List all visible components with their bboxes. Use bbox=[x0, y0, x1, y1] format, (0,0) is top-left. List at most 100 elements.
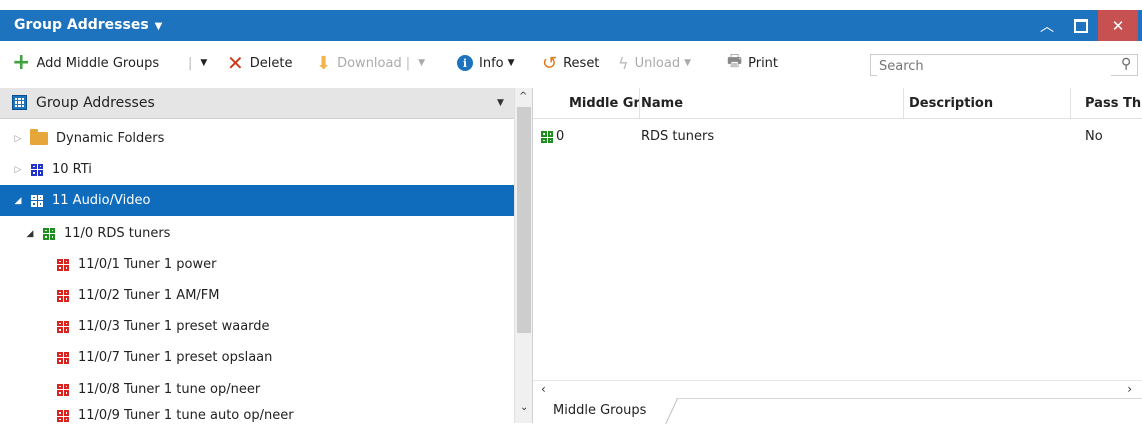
reset-button[interactable]: ↺ Reset bbox=[542, 52, 599, 74]
chevron-down-icon: ▼ bbox=[418, 58, 426, 68]
scroll-right-icon[interactable]: › bbox=[1127, 382, 1132, 396]
middle-group-icon bbox=[42, 227, 56, 241]
tree-vertical-scrollbar[interactable]: ^ ⌄ bbox=[514, 88, 533, 423]
scroll-left-icon[interactable]: ‹ bbox=[541, 382, 546, 396]
window-title-menu[interactable]: Group Addresses ▼ bbox=[14, 17, 162, 33]
main-group-icon bbox=[30, 194, 44, 208]
info-label: Info bbox=[479, 55, 504, 71]
tree-item-label: Dynamic Folders bbox=[56, 131, 165, 146]
info-button[interactable]: i Info ▼ bbox=[457, 52, 515, 74]
expand-arrow-icon[interactable]: ▷ bbox=[12, 165, 24, 175]
download-button[interactable]: ⬇ Download | ▼ bbox=[316, 52, 425, 74]
search-input[interactable] bbox=[877, 56, 1111, 76]
tree-item-address[interactable]: 11/0/8 Tuner 1 tune op/neer bbox=[0, 374, 514, 405]
collapse-arrow-icon[interactable]: ◢ bbox=[24, 229, 36, 239]
maximize-button[interactable] bbox=[1064, 10, 1098, 41]
column-divider[interactable] bbox=[639, 88, 640, 119]
tree-item-label: 10 RTi bbox=[52, 162, 92, 177]
tree-item-address[interactable]: 11/0/9 Tuner 1 tune auto op/neer bbox=[0, 405, 514, 423]
group-addresses-icon bbox=[12, 95, 27, 110]
close-icon: ✕ bbox=[1111, 16, 1125, 35]
chevron-down-icon: ▼ bbox=[507, 58, 515, 68]
scroll-down-icon[interactable]: ⌄ bbox=[520, 402, 528, 413]
delete-button[interactable]: ✕ Delete bbox=[227, 51, 293, 75]
unload-button[interactable]: ϟ Unload ▼ bbox=[618, 52, 691, 74]
cell-pass-through: No bbox=[1085, 129, 1103, 144]
column-header-description[interactable]: Description bbox=[909, 96, 993, 111]
grid-header: Middle Gr Name Description Pass Thr bbox=[533, 88, 1142, 119]
group-address-icon bbox=[56, 383, 70, 397]
group-address-icon bbox=[56, 409, 70, 423]
delete-x-icon: ✕ bbox=[227, 51, 244, 75]
add-middle-groups-label: Add Middle Groups bbox=[36, 55, 160, 71]
window-title-bar: Group Addresses ▼ ︿ ✕ bbox=[0, 10, 1142, 41]
download-arrow-icon: ⬇ bbox=[316, 52, 332, 74]
download-label: Download bbox=[337, 55, 402, 71]
close-button[interactable]: ✕ bbox=[1098, 10, 1138, 41]
maximize-icon bbox=[1074, 18, 1088, 33]
reset-label: Reset bbox=[563, 55, 600, 71]
printer-icon: 🖶 bbox=[727, 50, 743, 70]
divider: | bbox=[188, 55, 193, 71]
chevron-down-icon: ▼ bbox=[154, 21, 163, 32]
folder-icon bbox=[30, 129, 48, 145]
add-middle-groups-button[interactable]: + Add Middle Groups bbox=[12, 52, 159, 74]
tree-item-address[interactable]: 11/0/1 Tuner 1 power bbox=[0, 249, 514, 280]
add-dropdown-button[interactable]: | ▼ bbox=[184, 52, 207, 74]
reset-icon: ↺ bbox=[542, 52, 558, 74]
tree-item-address[interactable]: 11/0/2 Tuner 1 AM/FM bbox=[0, 280, 514, 311]
tree-item-label: 11/0/2 Tuner 1 AM/FM bbox=[78, 288, 220, 303]
expand-arrow-icon[interactable]: ▷ bbox=[12, 134, 24, 144]
grid-horizontal-scrollbar[interactable]: ‹ › bbox=[533, 380, 1142, 398]
tree-header-label: Group Addresses bbox=[36, 95, 155, 111]
cell-middle-group: 0 bbox=[556, 129, 565, 144]
bottom-tab-strip: Middle Groups bbox=[533, 398, 1142, 424]
chevron-down-icon: ▼ bbox=[200, 58, 208, 68]
chevron-up-icon: ︿ bbox=[1040, 18, 1054, 35]
group-address-icon bbox=[56, 258, 70, 272]
tree-item-label: 11/0/1 Tuner 1 power bbox=[78, 257, 217, 272]
column-header-pass-through[interactable]: Pass Thr bbox=[1085, 96, 1142, 111]
print-label: Print bbox=[748, 55, 779, 71]
lightning-icon: ϟ bbox=[618, 53, 629, 73]
tree-item-label: 11/0/7 Tuner 1 preset opslaan bbox=[78, 350, 273, 365]
chevron-down-icon[interactable]: ▼ bbox=[497, 98, 504, 108]
tree-item-address[interactable]: 11/0/3 Tuner 1 preset waarde bbox=[0, 311, 514, 342]
cell-name: RDS tuners bbox=[641, 129, 715, 144]
delete-label: Delete bbox=[249, 55, 293, 71]
tree-item-11-0-rds-tuners[interactable]: ◢ 11/0 RDS tuners bbox=[0, 218, 514, 249]
scroll-up-icon[interactable]: ^ bbox=[519, 91, 527, 102]
print-button[interactable]: 🖶 Print bbox=[727, 50, 779, 74]
tree-header[interactable]: Group Addresses ▼ bbox=[0, 88, 514, 119]
unload-label: Unload bbox=[634, 55, 681, 71]
group-address-icon bbox=[56, 320, 70, 334]
tree-item-label: 11/0/8 Tuner 1 tune op/neer bbox=[78, 382, 261, 397]
scrollbar-thumb[interactable] bbox=[517, 107, 531, 333]
chevron-down-icon: ▼ bbox=[684, 58, 692, 68]
tree-item-address[interactable]: 11/0/7 Tuner 1 preset opslaan bbox=[0, 342, 514, 373]
tree-item-10-rti[interactable]: ▷ 10 RTi bbox=[0, 154, 514, 185]
tree-item-label: 11 Audio/Video bbox=[52, 193, 151, 208]
tree-item-label: 11/0/9 Tuner 1 tune auto op/neer bbox=[78, 408, 294, 423]
column-header-name[interactable]: Name bbox=[641, 96, 683, 111]
column-divider[interactable] bbox=[1070, 88, 1071, 119]
info-icon: i bbox=[457, 55, 473, 71]
search-box[interactable]: ⚲ bbox=[870, 54, 1138, 76]
minimize-button[interactable]: ︿ bbox=[1030, 10, 1064, 41]
tab-label: Middle Groups bbox=[553, 403, 647, 418]
plus-icon: + bbox=[12, 50, 31, 75]
tree-item-label: 11/0/3 Tuner 1 preset waarde bbox=[78, 319, 270, 334]
search-icon[interactable]: ⚲ bbox=[1121, 56, 1131, 72]
column-header-middle-group[interactable]: Middle Gr bbox=[569, 96, 639, 111]
tree-item-dynamic-folders[interactable]: ▷ Dynamic Folders bbox=[0, 123, 514, 154]
collapse-arrow-icon[interactable]: ◢ bbox=[12, 196, 24, 206]
column-divider[interactable] bbox=[903, 88, 904, 119]
window-title: Group Addresses bbox=[14, 17, 149, 33]
tab-middle-groups[interactable]: Middle Groups bbox=[533, 398, 677, 423]
tree-item-label: 11/0 RDS tuners bbox=[64, 226, 171, 241]
group-address-icon bbox=[56, 351, 70, 365]
middle-group-icon bbox=[540, 130, 554, 144]
tree-item-11-audio-video[interactable]: ◢ 11 Audio/Video bbox=[0, 185, 514, 216]
divider: | bbox=[405, 55, 411, 71]
group-address-icon bbox=[56, 289, 70, 303]
